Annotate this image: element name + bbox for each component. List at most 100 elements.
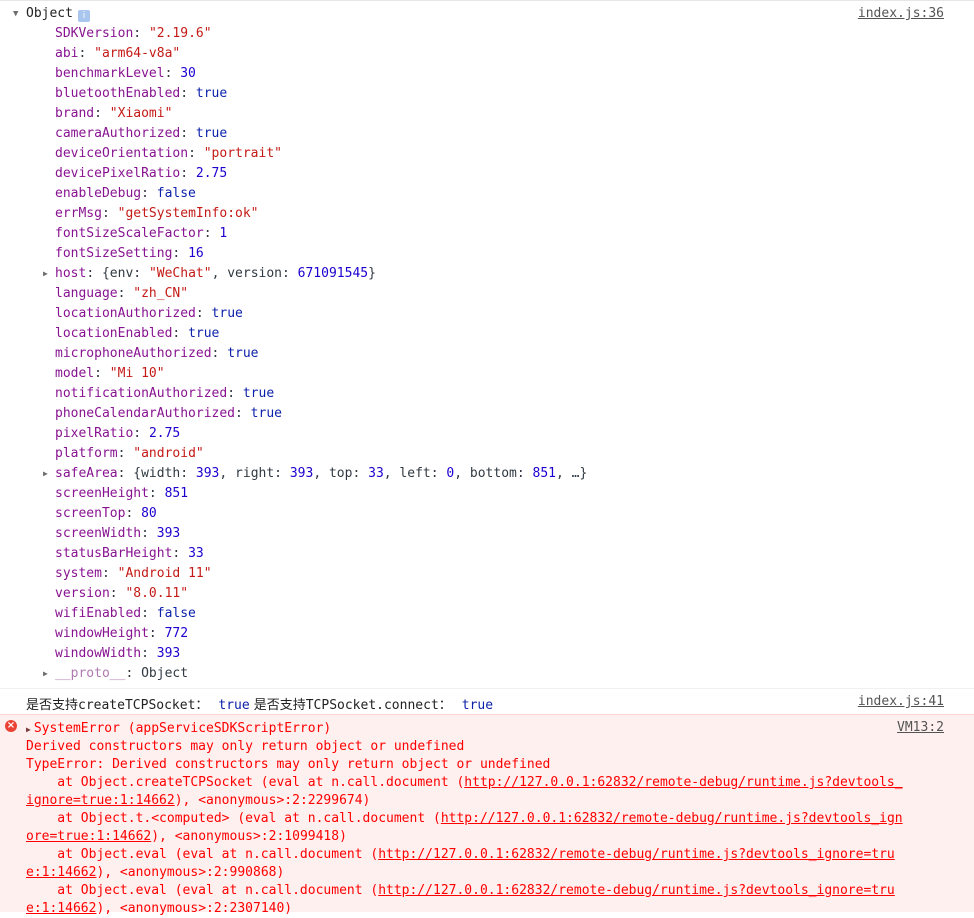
property-separator: : <box>172 326 189 341</box>
property-value: 851 <box>164 486 189 501</box>
property-separator: : <box>195 306 212 321</box>
property-key: platform <box>55 446 118 461</box>
property-key: fontSizeScaleFactor <box>55 226 204 241</box>
property-value-part: , right: <box>219 466 290 481</box>
property-value: "Xiaomi" <box>109 106 173 121</box>
property-value-part: 393 <box>289 466 314 481</box>
property-separator: : <box>211 346 228 361</box>
error-text: at Object.t.<computed> (eval at n.call.d… <box>26 811 441 826</box>
error-line: at Object.createTCPSocket (eval at n.cal… <box>26 774 902 792</box>
property-row: model: "Mi 10" <box>0 364 974 384</box>
property-separator: : <box>125 666 142 681</box>
error-line: ▶ SystemError (appServiceSDKScriptError) <box>26 720 331 738</box>
property-key: pixelRatio <box>55 426 134 441</box>
stack-url-link[interactable]: http://127.0.0.1:62832/remote-debug/runt… <box>441 811 903 826</box>
property-value: 80 <box>141 506 157 521</box>
error-text: at Object.eval (eval at n.call.document … <box>26 883 379 898</box>
object-header[interactable]: ▼ Object i index.js:36 <box>0 4 974 24</box>
property-separator: : <box>133 426 149 441</box>
source-link-index-41[interactable]: index.js:41 <box>858 694 944 709</box>
error-line: at Object.eval (eval at n.call.document … <box>26 846 895 864</box>
error-text: ), <anonymous>:2:2299674) <box>174 793 371 808</box>
error-line: e:1:14662), <anonymous>:2:2307140) <box>26 900 292 918</box>
property-row: benchmarkLevel: 30 <box>0 64 974 84</box>
property-key: locationAuthorized <box>55 306 196 321</box>
property-value: "arm64-v8a" <box>94 46 181 61</box>
property-key: phoneCalendarAuthorized <box>55 406 236 421</box>
error-line: at Object.t.<computed> (eval at n.call.d… <box>26 810 903 828</box>
expand-triangle-icon[interactable]: ▶ <box>26 725 31 734</box>
property-key: deviceOrientation <box>55 146 189 161</box>
property-separator: : <box>227 386 243 401</box>
property-value: 33 <box>188 546 204 561</box>
property-separator: : <box>180 126 196 141</box>
property-separator: : <box>188 146 204 161</box>
error-line: at Object.eval (eval at n.call.document … <box>26 882 895 900</box>
property-row: platform: "android" <box>0 444 974 464</box>
tcp-log-text: 是否支持createTCPSocket： true 是否支持TCPSocket.co… <box>26 694 497 713</box>
tcp-log-entry: 是否支持createTCPSocket： true 是否支持TCPSocket.co… <box>0 688 974 715</box>
object-title: Object <box>26 6 73 21</box>
stack-url-link[interactable]: ore=true:1:14662 <box>26 829 151 844</box>
object-log-entry: ▼ Object i index.js:36 SDKVersion: "2.19.… <box>0 4 974 684</box>
property-value-part: Object <box>141 666 189 681</box>
source-link-index-36[interactable]: index.js:36 <box>858 4 944 24</box>
property-key: screenWidth <box>55 526 142 541</box>
error-log-entry: × VM13:2 ▶ SystemError (appServiceSDKScri… <box>0 714 974 916</box>
stack-url-link[interactable]: ignore=true:1:14662 <box>26 793 175 808</box>
stack-url-link[interactable]: http://127.0.0.1:62832/remote-debug/runt… <box>464 775 902 790</box>
property-separator: : <box>172 546 189 561</box>
property-value: 393 <box>156 646 181 661</box>
property-key: safeArea <box>55 466 118 481</box>
property-separator: : <box>141 606 157 621</box>
property-separator: : <box>148 486 165 501</box>
object-properties: SDKVersion: "2.19.6" abi: "arm64-v8a" benc… <box>0 24 974 684</box>
error-text: SystemError (appServiceSDKScriptError) <box>33 721 332 736</box>
error-icon: × <box>5 720 17 732</box>
property-key: version <box>55 586 110 601</box>
property-separator: : <box>101 206 118 221</box>
property-value: "2.19.6" <box>148 26 212 41</box>
property-key: devicePixelRatio <box>55 166 181 181</box>
property-separator: : <box>125 506 142 521</box>
property-key: windowWidth <box>55 646 142 661</box>
source-link-vm13[interactable]: VM13:2 <box>897 720 944 735</box>
info-icon[interactable]: i <box>77 10 90 22</box>
property-key: cameraAuthorized <box>55 126 181 141</box>
property-row: notificationAuthorized: true <box>0 384 974 404</box>
property-row[interactable]: ▶ __proto__: Object <box>0 664 974 684</box>
property-row: language: "zh_CN" <box>0 284 974 304</box>
property-value-part: 393 <box>195 466 220 481</box>
property-key: benchmarkLevel <box>55 66 165 81</box>
property-value: 393 <box>156 526 181 541</box>
property-value-part: 671091545 <box>297 266 369 281</box>
expand-triangle-icon[interactable]: ▶ <box>43 664 48 684</box>
property-key: system <box>55 566 102 581</box>
stack-url-link[interactable]: http://127.0.0.1:62832/remote-debug/runt… <box>378 847 895 862</box>
expand-triangle-icon[interactable]: ▶ <box>43 264 48 284</box>
property-row: devicePixelRatio: 2.75 <box>0 164 974 184</box>
property-row: fontSizeScaleFactor: 1 <box>0 224 974 244</box>
property-row[interactable]: ▶ host: {env: "WeChat", version: 67109154… <box>0 264 974 284</box>
property-separator: : <box>117 286 134 301</box>
stack-url-link[interactable]: e:1:14662 <box>26 901 96 916</box>
expand-triangle-icon[interactable]: ▶ <box>43 464 48 484</box>
stack-url-link[interactable]: e:1:14662 <box>26 865 96 880</box>
error-text: TypeError: Derived constructors may only… <box>26 757 551 772</box>
property-row[interactable]: ▶ safeArea: {width: 393, right: 393, top:… <box>0 464 974 484</box>
property-value-part: } <box>368 266 376 281</box>
property-key: statusBarHeight <box>55 546 173 561</box>
property-row: screenWidth: 393 <box>0 524 974 544</box>
property-separator: : <box>78 46 95 61</box>
property-row: statusBarHeight: 33 <box>0 544 974 564</box>
stack-url-link[interactable]: http://127.0.0.1:62832/remote-debug/runt… <box>378 883 895 898</box>
property-value-part: , bottom: <box>454 466 533 481</box>
property-key: screenHeight <box>55 486 149 501</box>
expand-caret-icon[interactable]: ▼ <box>13 4 25 24</box>
property-value-part: 851 <box>532 466 556 481</box>
property-value: true <box>227 346 259 361</box>
property-value: "8.0.11" <box>125 586 189 601</box>
property-row: pixelRatio: 2.75 <box>0 424 974 444</box>
property-row: screenTop: 80 <box>0 504 974 524</box>
error-text: ), <anonymous>:2:2307140) <box>96 901 293 916</box>
